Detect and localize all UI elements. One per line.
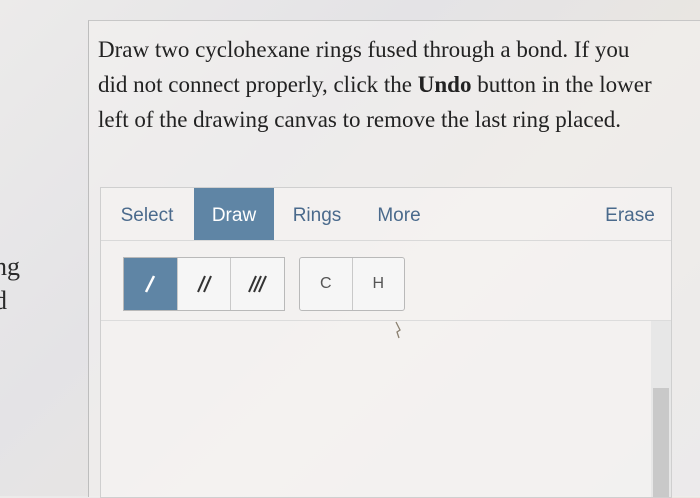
carbon-atom-button[interactable]: C — [300, 258, 353, 310]
hydrogen-atom-button[interactable]: H — [353, 258, 405, 310]
single-bond-icon — [145, 275, 156, 293]
tab-draw[interactable]: Draw — [194, 188, 274, 240]
left-cutoff-line-2: d — [0, 286, 7, 315]
drawing-canvas[interactable] — [101, 321, 649, 497]
single-bond-button[interactable] — [124, 258, 178, 310]
left-cutoff-text: ng d — [0, 250, 40, 318]
tab-erase[interactable]: Erase — [597, 188, 663, 240]
tab-more[interactable]: More — [366, 188, 432, 240]
triple-bond-button[interactable] — [231, 258, 284, 310]
tab-select[interactable]: Select — [101, 188, 193, 240]
drawing-toolbar: Select Draw Rings More Erase — [101, 188, 671, 241]
triple-bond-icon — [247, 275, 267, 293]
bond-type-group — [123, 257, 285, 311]
question-text: Draw two cyclohexane rings fused through… — [98, 32, 658, 137]
double-bond-icon — [197, 275, 212, 293]
draw-tools-row: C H — [101, 240, 671, 321]
left-cutoff-line-1: ng — [0, 252, 20, 281]
tab-rings[interactable]: Rings — [283, 188, 351, 240]
pen-cursor-icon — [395, 321, 401, 339]
atom-type-group: C H — [299, 257, 405, 311]
drawing-widget: Select Draw Rings More Erase C H — [100, 187, 672, 498]
undo-keyword: Undo — [417, 72, 472, 97]
canvas-scrollbar-thumb[interactable] — [653, 388, 669, 497]
double-bond-button[interactable] — [178, 258, 232, 310]
